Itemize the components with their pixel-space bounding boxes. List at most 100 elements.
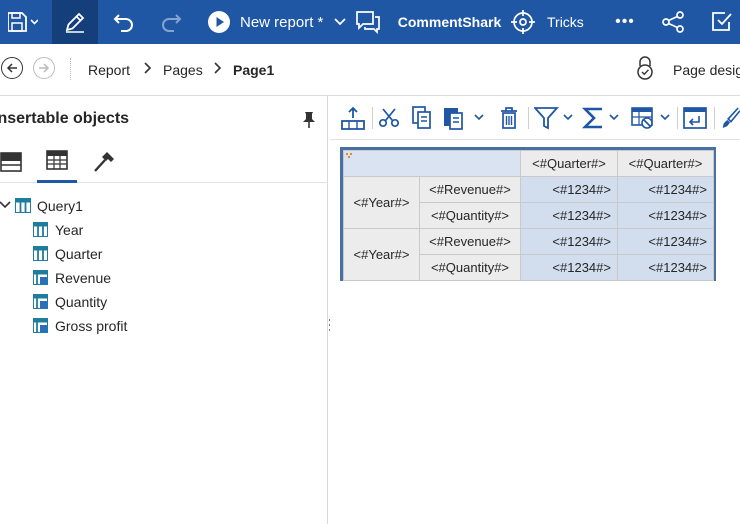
tree-item-label: Year bbox=[55, 222, 84, 238]
measure-header-quantity[interactable]: <#Quantity#> bbox=[419, 202, 521, 229]
copy-button[interactable] bbox=[410, 104, 434, 132]
checkbox-icon bbox=[712, 12, 732, 31]
comments-button[interactable] bbox=[353, 0, 383, 44]
tree-item-quarter[interactable]: Quarter bbox=[0, 242, 328, 266]
corner-marker-icon bbox=[346, 153, 352, 158]
crosstab-row: <#Year#> <#Revenue#> <#1234#> <#1234#> bbox=[343, 176, 714, 229]
column-header-quarter[interactable]: <#Quarter#> bbox=[520, 150, 618, 177]
swap-icon bbox=[683, 107, 707, 129]
save-menu-button[interactable] bbox=[0, 0, 46, 44]
tree-item-gross-profit[interactable]: Gross profit bbox=[0, 314, 328, 338]
report-name-menu[interactable]: New report * bbox=[240, 0, 350, 44]
redo-button[interactable] bbox=[155, 0, 187, 44]
source-icon bbox=[0, 151, 22, 172]
share-icon bbox=[662, 11, 684, 33]
tree-query-label: Query1 bbox=[37, 198, 83, 214]
forward-button[interactable] bbox=[33, 57, 55, 79]
panel-tabs bbox=[0, 140, 328, 183]
row-header-year[interactable]: <#Year#> bbox=[343, 228, 420, 281]
validate-button[interactable] bbox=[704, 0, 738, 44]
style-button[interactable] bbox=[720, 104, 740, 132]
crosstab-cell[interactable]: <#1234#> bbox=[520, 176, 618, 203]
filter-icon bbox=[534, 107, 573, 130]
undo-icon bbox=[113, 14, 133, 32]
query-tree: Query1 Year Quarter Revenue Quantity Gro… bbox=[0, 194, 328, 338]
measure-item-icon bbox=[33, 318, 48, 333]
breadcrumb-item-pages[interactable]: Pages bbox=[163, 62, 203, 78]
pencil-icon bbox=[65, 12, 85, 33]
data-item-icon bbox=[33, 222, 48, 237]
edit-mode-button[interactable] bbox=[52, 0, 98, 44]
chevron-right-icon bbox=[214, 62, 222, 74]
scissors-icon bbox=[378, 108, 400, 128]
tree-query1[interactable]: Query1 bbox=[0, 194, 328, 218]
page-design-view-selector[interactable]: Page design bbox=[673, 62, 740, 78]
crosstab-corner[interactable] bbox=[343, 150, 521, 177]
tree-item-revenue[interactable]: Revenue bbox=[0, 266, 328, 290]
breadcrumb-item-page1: Page1 bbox=[233, 62, 275, 78]
crosshair-icon bbox=[511, 10, 535, 34]
more-icon: ••• bbox=[615, 13, 635, 30]
measure-header-revenue[interactable]: <#Revenue#> bbox=[419, 228, 521, 255]
crosstab-cell[interactable]: <#1234#> bbox=[617, 228, 714, 255]
tab-source[interactable] bbox=[0, 140, 31, 183]
column-header-quarter[interactable]: <#Quarter#> bbox=[617, 150, 714, 177]
tricks-button[interactable]: Tricks bbox=[511, 0, 591, 44]
paste-button[interactable] bbox=[442, 104, 488, 132]
measure-header-revenue[interactable]: <#Revenue#> bbox=[419, 176, 521, 203]
object-toolbar bbox=[330, 96, 740, 140]
arrow-left-icon bbox=[6, 63, 17, 73]
sigma-icon bbox=[582, 107, 619, 129]
select-ancestor-icon bbox=[341, 106, 365, 130]
report-name: New report * bbox=[240, 13, 324, 31]
top-app-bar: New report * CommentShark Tricks ••• bbox=[0, 0, 740, 44]
tree-item-label: Gross profit bbox=[55, 318, 128, 334]
crosstab-table: <#Quarter#> <#Quarter#> <#Year#> <#Reven… bbox=[343, 150, 714, 281]
more-options-button[interactable]: ••• bbox=[608, 0, 642, 44]
tree-item-year[interactable]: Year bbox=[0, 218, 328, 242]
crosstab-cell[interactable]: <#1234#> bbox=[617, 202, 714, 229]
summarize-button[interactable] bbox=[582, 104, 624, 132]
back-button[interactable] bbox=[1, 57, 23, 79]
redo-icon bbox=[162, 14, 182, 32]
crosstab-cell[interactable]: <#1234#> bbox=[617, 176, 714, 203]
measure-header-quantity[interactable]: <#Quantity#> bbox=[419, 254, 521, 281]
chevron-down-icon bbox=[334, 18, 347, 26]
filter-button[interactable] bbox=[534, 104, 576, 132]
measure-item-icon bbox=[33, 270, 48, 285]
toolbar-separator bbox=[372, 107, 373, 129]
select-ancestor-button[interactable] bbox=[340, 104, 366, 132]
toolbar-separator bbox=[528, 107, 529, 129]
chevron-down-icon[interactable] bbox=[0, 200, 11, 210]
play-icon bbox=[208, 11, 230, 33]
insertable-objects-panel: Insertable objects Query1 Year Quarter R… bbox=[0, 96, 328, 524]
tab-toolbox[interactable] bbox=[84, 140, 124, 183]
paste-icon bbox=[444, 108, 484, 130]
suppress-icon bbox=[631, 107, 670, 129]
suppress-button[interactable] bbox=[631, 104, 673, 132]
panel-title: Insertable objects bbox=[0, 110, 130, 127]
undo-button[interactable] bbox=[108, 0, 140, 44]
crosstab[interactable]: <#Quarter#> <#Quarter#> <#Year#> <#Reven… bbox=[340, 147, 716, 281]
commentshark-button[interactable]: CommentShark bbox=[392, 0, 507, 44]
breadcrumb-divider bbox=[70, 58, 71, 80]
tricks-label: Tricks bbox=[547, 14, 584, 30]
swap-rows-columns-button[interactable] bbox=[682, 104, 708, 132]
tree-item-label: Quantity bbox=[55, 294, 108, 310]
crosstab-cell[interactable]: <#1234#> bbox=[520, 202, 618, 229]
arrow-right-icon bbox=[39, 63, 50, 73]
cut-button[interactable] bbox=[377, 104, 401, 132]
delete-button[interactable] bbox=[498, 104, 520, 132]
share-button[interactable] bbox=[658, 0, 688, 44]
crosstab-cell[interactable]: <#1234#> bbox=[520, 228, 618, 255]
breadcrumb-item-report[interactable]: Report bbox=[88, 62, 130, 78]
data-item-icon bbox=[33, 246, 48, 261]
tree-item-quantity[interactable]: Quantity bbox=[0, 290, 328, 314]
crosstab-cell[interactable]: <#1234#> bbox=[617, 254, 714, 281]
save-icon bbox=[8, 12, 38, 32]
pin-icon[interactable] bbox=[302, 111, 316, 129]
row-header-year[interactable]: <#Year#> bbox=[343, 176, 420, 229]
run-report-button[interactable] bbox=[205, 0, 233, 44]
crosstab-cell[interactable]: <#1234#> bbox=[520, 254, 618, 281]
tab-data-items[interactable] bbox=[37, 140, 77, 183]
